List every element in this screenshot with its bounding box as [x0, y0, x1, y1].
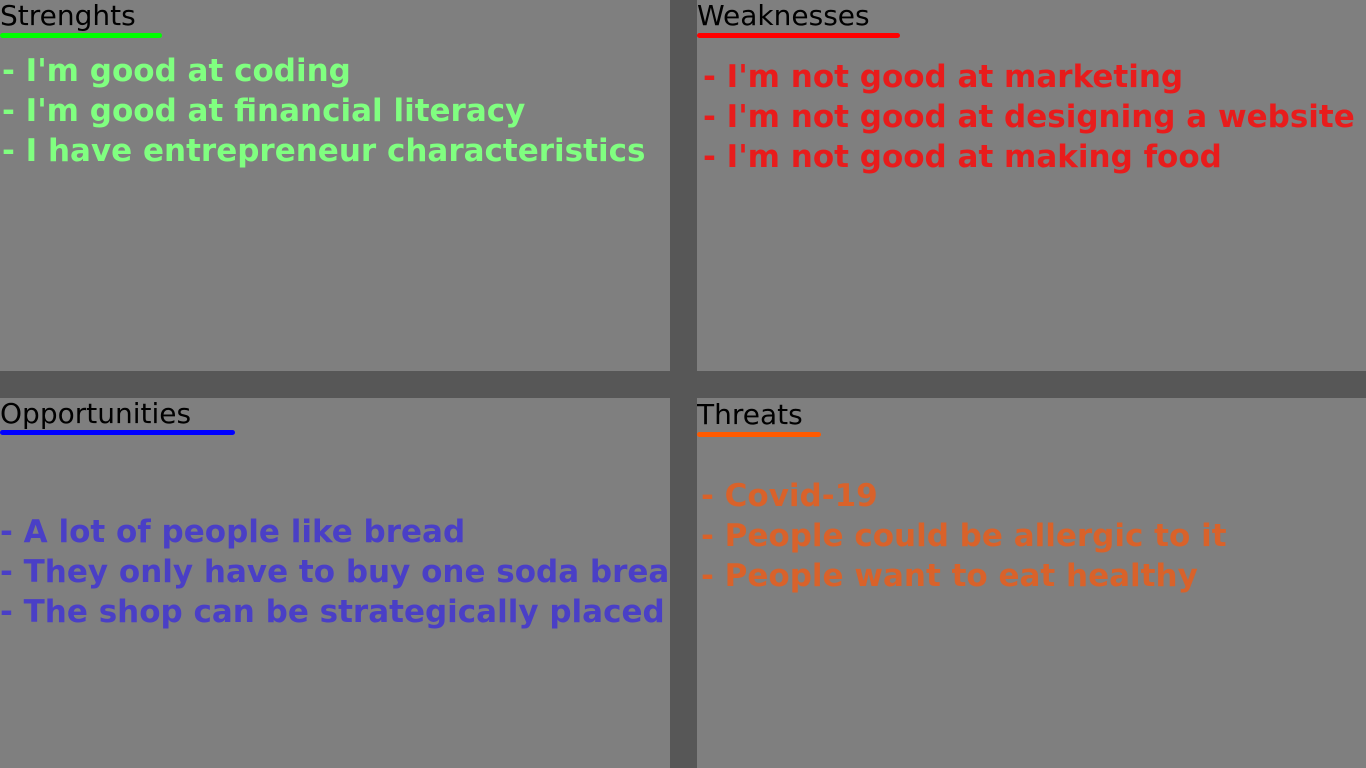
weaknesses-item: - I'm not good at making food [703, 139, 1222, 175]
strengths-list: - I'm good at coding - I'm good at finan… [2, 51, 645, 171]
opportunities-item: - They only have to buy one soda bread, … [0, 554, 670, 590]
strengths-underline [0, 33, 162, 38]
weaknesses-item: - I'm not good at marketing [703, 59, 1184, 95]
weaknesses-list: - I'm not good at marketing - I'm not go… [703, 57, 1355, 177]
strengths-item: - I have entrepreneur characteristics [2, 133, 646, 169]
weaknesses-item: - I'm not good at designing a website [703, 99, 1355, 135]
threats-list: - Covid-19 - People could be allergic to… [701, 476, 1227, 596]
threats-underline [697, 432, 821, 437]
opportunities-item: - The shop can be strategically placed [0, 594, 665, 630]
opportunities-underline [0, 430, 235, 435]
strengths-title: Strenghts [0, 0, 136, 32]
threats-panel: Threats - Covid-19 - People could be all… [697, 398, 1366, 768]
opportunities-item: - A lot of people like bread [0, 514, 466, 550]
strengths-panel: Strenghts - I'm good at coding - I'm goo… [0, 0, 670, 371]
weaknesses-panel: Weaknesses - I'm not good at marketing -… [697, 0, 1366, 371]
weaknesses-underline [697, 33, 900, 38]
threats-item: - People could be allergic to it [701, 518, 1227, 554]
opportunities-list: - A lot of people like bread - They only… [0, 512, 670, 632]
threats-item: - People want to eat healthy [701, 558, 1198, 594]
opportunities-panel: Opportunities - A lot of people like bre… [0, 398, 670, 768]
threats-item: - Covid-19 [701, 478, 878, 514]
weaknesses-title: Weaknesses [697, 0, 870, 32]
opportunities-title: Opportunities [0, 398, 192, 430]
threats-title: Threats [697, 398, 803, 431]
strengths-item: - I'm good at coding [2, 53, 351, 89]
strengths-item: - I'm good at financial literacy [2, 93, 526, 129]
